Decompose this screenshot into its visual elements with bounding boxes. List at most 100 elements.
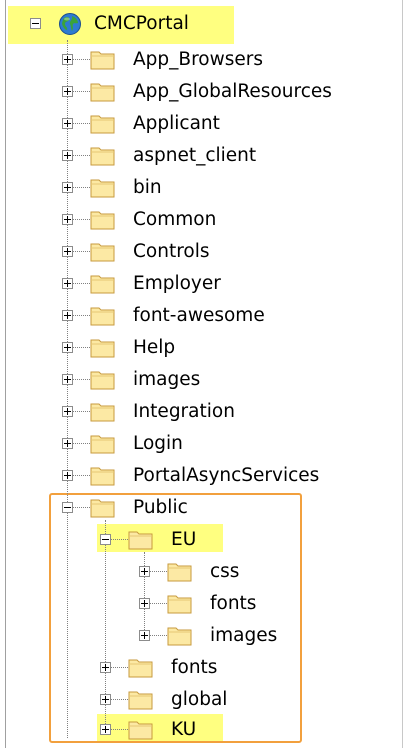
tree-node-portalasyncservices[interactable]: PortalAsyncServices [62,464,382,492]
expand-toggle[interactable] [62,182,73,193]
tree-node-public[interactable]: Public [62,496,292,524]
folder-icon [90,467,115,486]
expand-toggle[interactable] [62,374,73,385]
folder-icon [90,275,115,294]
tree-node-bin[interactable]: bin [62,176,362,204]
expand-toggle[interactable] [100,694,111,705]
expand-toggle[interactable] [139,630,150,641]
expand-toggle[interactable] [62,118,73,129]
tree-branch-line [111,539,128,540]
expand-toggle[interactable] [62,86,73,97]
folder-icon [167,627,192,646]
tree-node-eu-fonts[interactable]: fonts [139,592,299,620]
tree-node-employer[interactable]: Employer [62,272,362,300]
expand-toggle[interactable] [62,54,73,65]
tree-branch-line [73,315,90,316]
expand-toggle[interactable] [62,246,73,257]
tree-node-aspnet-client[interactable]: aspnet_client [62,144,362,172]
tree-branch-line [73,251,90,252]
tree-node-label: Integration [133,401,235,422]
collapse-toggle[interactable] [62,502,73,513]
tree-left-border [5,0,6,748]
expand-toggle[interactable] [62,406,73,417]
tree-node-font-awesome[interactable]: font-awesome [62,304,362,332]
tree-node-label: css [210,561,240,582]
tree-node-login[interactable]: Login [62,432,362,460]
tree-node-label: PortalAsyncServices [133,465,320,486]
tree-node-label: global [171,689,228,710]
expand-toggle[interactable] [100,724,111,735]
folder-icon [167,595,192,614]
tree-node-applicant[interactable]: Applicant [62,112,362,140]
expand-toggle[interactable] [62,150,73,161]
folder-icon [90,51,115,70]
tree-node-images[interactable]: images [62,368,362,396]
folder-icon [90,179,115,198]
tree-node-public-fonts[interactable]: fonts [100,656,280,684]
tree-node-label: Public [133,497,188,518]
folder-icon [128,721,153,740]
tree-node-eu[interactable]: EU [100,528,220,556]
expand-toggle[interactable] [62,310,73,321]
tree-branch-line [111,699,128,700]
tree-node-label: aspnet_client [133,145,257,166]
tree-branch-line [73,123,90,124]
folder-tree-view: CMCPortal App_Browsers App_GlobalResourc… [0,0,409,748]
expand-toggle[interactable] [62,278,73,289]
tree-node-app-globalresources[interactable]: App_GlobalResources [62,80,362,108]
tree-node-label: Applicant [133,113,220,134]
tree-node-label: CMCPortal [94,13,189,34]
folder-icon [167,563,192,582]
tree-branch-line [73,475,90,476]
expand-toggle[interactable] [62,342,73,353]
open-folder-icon [128,531,153,550]
tree-branch-line [73,347,90,348]
tree-branch-line [73,379,90,380]
tree-node-eu-css[interactable]: css [139,560,299,588]
tree-node-integration[interactable]: Integration [62,400,362,428]
tree-node-common[interactable]: Common [62,208,362,236]
folder-icon [90,115,115,134]
tree-node-label: Controls [133,241,210,262]
open-folder-icon [90,499,115,518]
tree-branch-line [73,155,90,156]
tree-branch-line [73,411,90,412]
expand-toggle[interactable] [62,470,73,481]
expand-toggle[interactable] [139,598,150,609]
tree-node-label: KU [171,719,197,740]
tree-branch-line [73,283,90,284]
tree-node-label: bin [133,177,162,198]
folder-icon [90,403,115,422]
globe-icon [59,13,81,35]
tree-node-controls[interactable]: Controls [62,240,362,268]
tree-branch-line [150,635,167,636]
tree-node-public-global[interactable]: global [100,688,280,716]
folder-icon [90,243,115,262]
tree-node-label: Help [133,337,176,358]
tree-node-ku[interactable]: KU [100,718,220,746]
expand-toggle[interactable] [62,438,73,449]
collapse-toggle[interactable] [100,534,111,545]
tree-node-help[interactable]: Help [62,336,362,364]
collapse-toggle[interactable] [30,18,41,29]
tree-node-label: fonts [171,657,218,678]
folder-icon [128,659,153,678]
expand-toggle[interactable] [100,662,111,673]
tree-node-label: Employer [133,273,221,294]
folder-icon [90,371,115,390]
folder-icon [90,147,115,166]
tree-branch-line [73,187,90,188]
tree-branch-line [150,603,167,604]
tree-node-eu-images[interactable]: images [139,624,299,652]
folder-icon [128,691,153,710]
tree-node-root[interactable]: CMCPortal [30,12,230,40]
tree-right-border [402,0,403,748]
expand-toggle[interactable] [139,566,150,577]
folder-icon [90,83,115,102]
tree-node-app-browsers[interactable]: App_Browsers [62,48,362,76]
tree-branch-line [73,443,90,444]
expand-toggle[interactable] [62,214,73,225]
tree-branch-line [73,219,90,220]
tree-node-label: EU [171,529,197,550]
tree-node-label: images [210,625,278,646]
